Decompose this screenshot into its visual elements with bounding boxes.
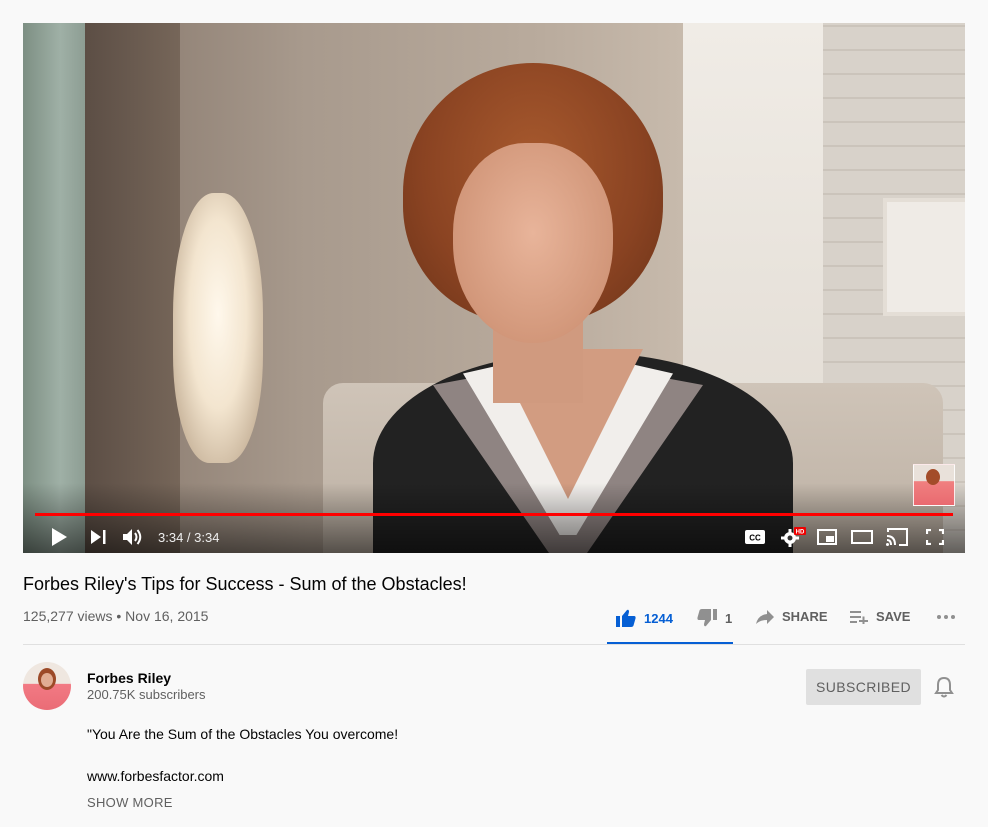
description-line: "You Are the Sum of the Obstacles You ov… <box>87 726 399 742</box>
volume-icon <box>123 529 142 545</box>
player-controls: 3:34 / 3:34 CC HD <box>23 519 965 553</box>
more-actions-button[interactable] <box>936 614 956 620</box>
hd-badge: HD <box>796 530 805 536</box>
thumbs-up-icon <box>616 609 636 627</box>
like-button[interactable]: 1244 <box>616 609 673 627</box>
share-icon <box>756 609 774 624</box>
video-player[interactable]: 3:34 / 3:34 CC HD <box>23 23 965 553</box>
dislike-count: 1 <box>725 610 733 626</box>
subscribe-button[interactable]: SUBSCRIBED <box>806 669 921 705</box>
fullscreen-button[interactable] <box>923 525 947 549</box>
video-meta: 125,277 views • Nov 16, 2015 <box>23 608 209 624</box>
notification-bell-button[interactable] <box>934 676 956 698</box>
like-ratio-bar <box>607 642 733 644</box>
time-display: 3:34 / 3:34 <box>158 530 220 545</box>
play-button[interactable] <box>47 525 71 549</box>
theater-icon <box>851 530 873 544</box>
captions-button[interactable]: CC <box>743 525 767 549</box>
dislike-button[interactable]: 1 <box>697 609 732 627</box>
subscriber-count: 200.75K subscribers <box>87 687 206 702</box>
description-link[interactable]: www.forbesfactor.com <box>87 768 224 784</box>
bell-icon <box>934 676 954 698</box>
fullscreen-icon <box>926 529 944 545</box>
share-button[interactable]: SHARE <box>756 609 828 624</box>
captions-icon: CC <box>745 530 765 544</box>
miniplayer-icon <box>817 529 837 545</box>
settings-button[interactable]: HD <box>779 525 807 549</box>
channel-avatar[interactable] <box>23 662 71 710</box>
svg-text:CC: CC <box>749 534 761 543</box>
channel-watermark[interactable] <box>913 464 955 506</box>
video-frame <box>23 23 965 553</box>
theater-mode-button[interactable] <box>850 525 874 549</box>
miniplayer-button[interactable] <box>815 525 839 549</box>
play-icon <box>52 528 67 546</box>
progress-bar[interactable] <box>35 513 953 516</box>
thumbs-down-icon <box>697 609 717 627</box>
like-count: 1244 <box>644 610 673 626</box>
save-label: SAVE <box>876 609 911 624</box>
cast-icon <box>886 528 908 546</box>
cast-button[interactable] <box>885 525 909 549</box>
next-button[interactable] <box>87 525 111 549</box>
info-divider <box>23 644 965 645</box>
next-icon <box>91 530 106 544</box>
show-more-button[interactable]: SHOW MORE <box>87 795 173 810</box>
save-button[interactable]: SAVE <box>850 609 910 624</box>
more-horizontal-icon <box>937 615 955 619</box>
volume-button[interactable] <box>121 525 147 549</box>
add-to-playlist-icon <box>850 610 868 624</box>
settings-icon: HD <box>781 527 806 547</box>
share-label: SHARE <box>782 609 828 624</box>
video-title: Forbes Riley's Tips for Success - Sum of… <box>23 574 467 594</box>
channel-name[interactable]: Forbes Riley <box>87 670 171 686</box>
